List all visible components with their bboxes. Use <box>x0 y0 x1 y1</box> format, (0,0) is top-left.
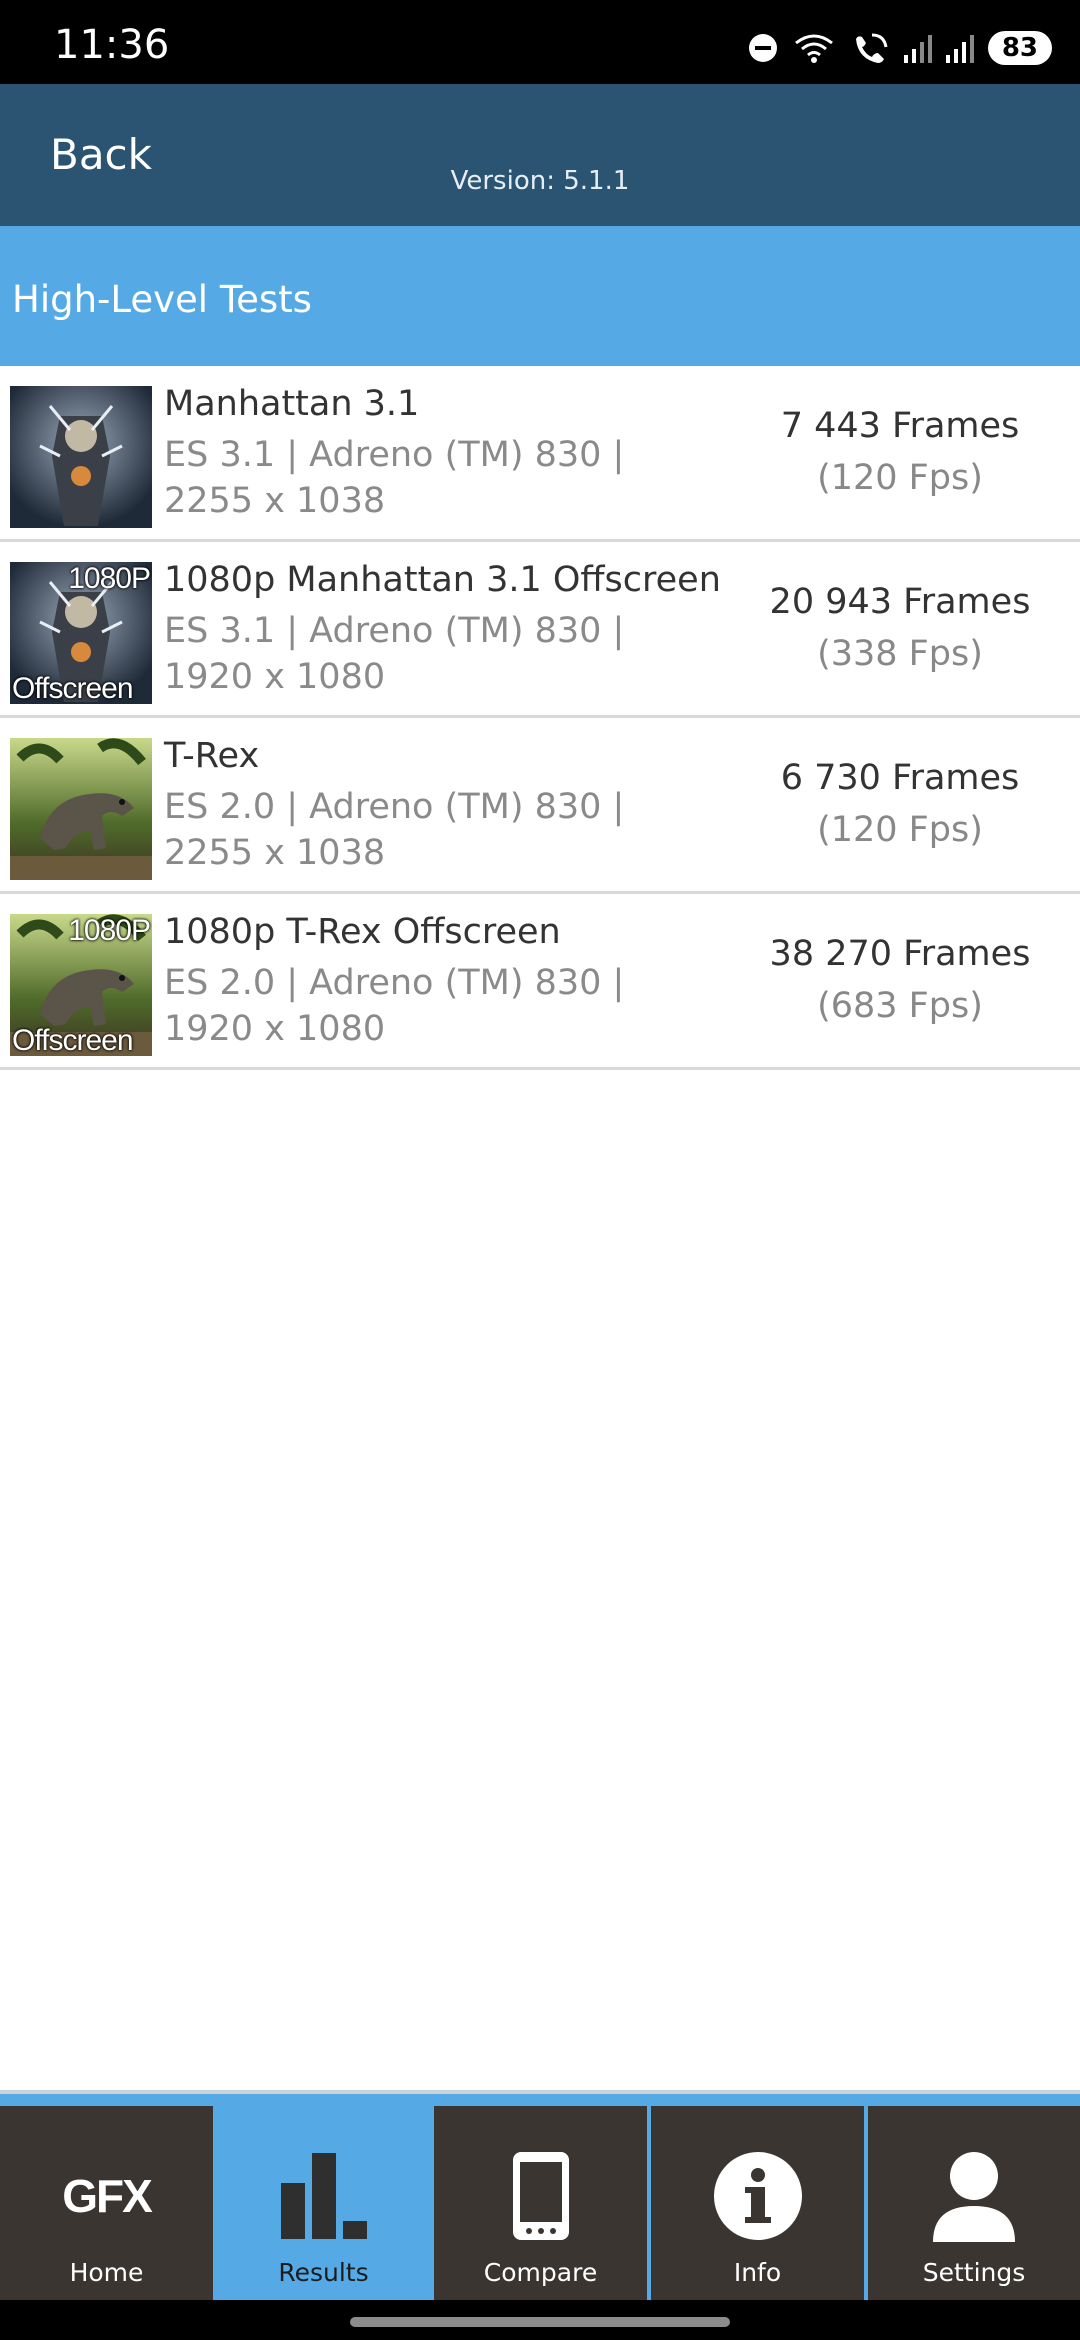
nav-item-info[interactable]: Info <box>651 2106 864 2300</box>
results-list: Manhattan 3.1 ES 3.1 | Adreno (TM) 830 |… <box>0 366 1080 1070</box>
wifi-icon <box>794 34 833 63</box>
manhattan-offscreen-thumbnail-icon: 1080P Offscreen <box>10 562 152 704</box>
score-fps: (120 Fps) <box>817 458 983 498</box>
nav-label: Home <box>69 2258 144 2287</box>
test-description: ES 3.1 | Adreno (TM) 830 | 2255 x 1038 <box>164 435 625 521</box>
status-time: 11:36 <box>54 22 170 68</box>
score-fps: (120 Fps) <box>817 810 983 850</box>
manhattan-thumbnail-icon <box>10 386 152 528</box>
nav-item-compare[interactable]: Compare <box>434 2106 647 2300</box>
section-title: High-Level Tests <box>12 278 312 321</box>
nav-label: Results <box>278 2258 369 2287</box>
score-frames: 7 443 Frames <box>780 406 1020 446</box>
test-description: ES 2.0 | Adreno (TM) 830 | 1920 x 1080 <box>164 963 625 1049</box>
section-header: High-Level Tests <box>0 226 1080 366</box>
test-name: 1080p Manhattan 3.1 Offscreen <box>164 560 721 600</box>
version-label: Version: 5.1.1 <box>450 166 630 196</box>
signal-icon <box>945 35 974 63</box>
test-description: ES 3.1 | Adreno (TM) 830 | 1920 x 1080 <box>164 611 625 697</box>
info-icon <box>651 2146 864 2246</box>
score-frames: 6 730 Frames <box>780 758 1020 798</box>
gfx-logo-text: GFX <box>62 2170 153 2222</box>
score-fps: (683 Fps) <box>817 986 983 1026</box>
home-indicator[interactable] <box>350 2317 730 2327</box>
thumb-label: 1080P <box>68 914 151 947</box>
phone-icon <box>434 2146 647 2246</box>
nav-item-home[interactable]: GFX Home <box>0 2106 213 2300</box>
user-icon <box>868 2146 1080 2246</box>
trex-thumbnail-icon <box>10 738 152 880</box>
signal-icon <box>903 35 932 63</box>
bar-chart-icon <box>217 2146 430 2246</box>
dnd-icon <box>748 34 777 62</box>
test-name: T-Rex <box>164 736 260 776</box>
bottom-nav: GFX Home Results Compare Info Settings <box>0 2090 1080 2300</box>
status-icons: 83 <box>748 28 1052 68</box>
wifi-call-icon <box>855 33 888 63</box>
result-row[interactable]: 1080P Offscreen 1080p T-Rex Offscreen ES… <box>0 894 1080 1070</box>
gesture-bar <box>0 2300 1080 2340</box>
test-name: Manhattan 3.1 <box>164 384 420 424</box>
score-frames: 20 943 Frames <box>769 582 1031 622</box>
trex-offscreen-thumbnail-icon: 1080P Offscreen <box>10 914 152 1056</box>
battery-indicator: 83 <box>987 31 1052 65</box>
result-row[interactable]: 1080P Offscreen 1080p Manhattan 3.1 Offs… <box>0 542 1080 718</box>
score-frames: 38 270 Frames <box>769 934 1031 974</box>
nav-item-settings[interactable]: Settings <box>868 2106 1080 2300</box>
nav-item-results[interactable]: Results <box>217 2106 430 2300</box>
nav-label: Compare <box>483 2258 598 2287</box>
result-row[interactable]: T-Rex ES 2.0 | Adreno (TM) 830 | 2255 x … <box>0 718 1080 894</box>
gfx-logo-icon: GFX <box>0 2146 213 2246</box>
nav-label: Settings <box>922 2258 1026 2287</box>
thumb-label: Offscreen <box>12 672 134 704</box>
thumb-label: 1080P <box>68 562 151 595</box>
result-row[interactable]: Manhattan 3.1 ES 3.1 | Adreno (TM) 830 |… <box>0 366 1080 542</box>
test-name: 1080p T-Rex Offscreen <box>164 912 561 952</box>
score-fps: (338 Fps) <box>817 634 983 674</box>
nav-label: Info <box>733 2258 782 2287</box>
test-description: ES 2.0 | Adreno (TM) 830 | 2255 x 1038 <box>164 787 625 873</box>
status-bar: 11:36 83 <box>0 0 1080 84</box>
thumb-label: Offscreen <box>12 1024 134 1056</box>
app-header: Back Version: 5.1.1 <box>0 84 1080 226</box>
